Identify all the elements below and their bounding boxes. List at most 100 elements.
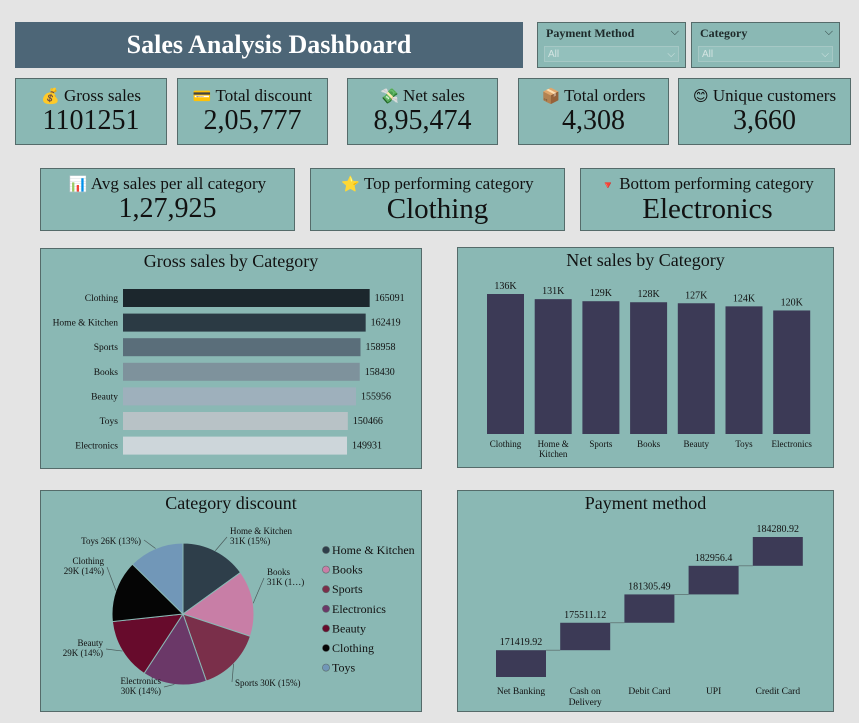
- legend-marker: [322, 624, 330, 633]
- gross-sales-bar: [123, 387, 357, 406]
- legend-item: Beauty: [332, 621, 366, 635]
- legend-marker: [322, 565, 330, 574]
- payment-method-slicer[interactable]: Payment Method ⌵ All ⌵: [537, 22, 686, 68]
- legend-item: Sports: [332, 582, 363, 596]
- kpi-top-category: ⭐ Top performing category Clothing: [310, 168, 565, 231]
- bar-data-label: 120K: [781, 297, 804, 308]
- category-tick-label: Toys: [100, 417, 119, 427]
- category-tick-label: Toys: [735, 439, 753, 449]
- bar-data-label: 162419: [371, 318, 401, 329]
- kpi-value: 1101251: [42, 105, 140, 137]
- category-tick-label: Books: [94, 368, 119, 378]
- kpi-label: Net sales: [403, 86, 465, 106]
- bar-data-label: 136K: [494, 281, 517, 292]
- leader-line: [163, 684, 175, 688]
- bar-data-label: 171419.92: [500, 637, 543, 648]
- slice-data-label: Clothing 29K (14%): [64, 556, 105, 576]
- kpi-gross-sales: 💰 Gross sales 1101251: [15, 78, 167, 145]
- payment-method-chart: Payment method 171419.92 Net Banking 17551…: [457, 490, 834, 712]
- bar-data-label: 181305.49: [628, 581, 671, 592]
- category-discount-chart: Category discount Home & Kitchen 31K (15%…: [40, 490, 422, 712]
- chevron-down-icon[interactable]: ⌵: [667, 47, 675, 63]
- leader-line: [252, 577, 265, 604]
- kpi-value: 2,05,777: [203, 105, 302, 137]
- category-tick-label: Electronics: [771, 439, 812, 449]
- collapse-chevron-icon[interactable]: ⌵: [825, 26, 833, 39]
- legend-item: Electronics: [332, 602, 386, 616]
- bar-data-label: 165091: [375, 293, 405, 304]
- net-sales-bar: [677, 303, 715, 434]
- payment-method-slicer-label: Payment Method: [546, 26, 635, 40]
- payment-method-selected-value: All: [548, 49, 560, 60]
- kpi-label: Gross sales: [63, 86, 141, 106]
- category-tick-label: Credit Card: [756, 687, 801, 697]
- leader-line: [143, 539, 156, 549]
- red-triangle-down-icon: 🔻: [601, 178, 615, 192]
- category-tick-label: Beauty: [91, 392, 118, 402]
- net-sales-bar-chart: 136K Clothing 131K Home & Kitchen 129K Sports 1…: [487, 281, 812, 459]
- kpi-unique-customers: 😊 Unique customers 3,660: [678, 78, 851, 145]
- leader-line: [106, 566, 117, 591]
- payment-method-waterfall-chart: 171419.92 Net Banking 175511.12 Cash on Deli…: [496, 524, 803, 708]
- bar-data-label: 158430: [365, 367, 395, 378]
- bar-data-label: 124K: [733, 293, 756, 304]
- category-tick-label: Debit Card: [628, 687, 670, 697]
- category-tick-label: Clothing: [85, 294, 119, 304]
- payment-method-dropdown[interactable]: All ⌵: [544, 46, 679, 62]
- kpi-value: 4,308: [562, 105, 625, 137]
- waterfall-bar: [752, 537, 803, 566]
- bar-data-label: 131K: [542, 286, 565, 297]
- net-sales-chart: Net sales by Category 136K Clothing 131K Ho…: [457, 247, 834, 468]
- net-sales-bar: [725, 306, 763, 434]
- category-tick-label: Net Banking: [497, 687, 546, 697]
- slice-data-label: Home & Kitchen 31K (15%): [230, 526, 292, 546]
- kpi-value: Electronics: [642, 192, 773, 225]
- star-icon: ⭐: [341, 174, 361, 193]
- gross-sales-bar: [123, 362, 360, 381]
- category-tick-label: Sports: [94, 343, 119, 353]
- chevron-down-icon[interactable]: ⌵: [821, 47, 829, 63]
- bar-data-label: 182956.4: [695, 553, 733, 564]
- gross-sales-bar: [123, 289, 370, 307]
- bar-data-label: 175511.12: [564, 610, 606, 621]
- credit-card-icon: 💳: [192, 87, 212, 106]
- slice-data-label: Books 31K (1…): [267, 567, 304, 587]
- kpi-label: Bottom performing category: [619, 173, 814, 193]
- smiling-face-icon: 😊: [692, 87, 709, 106]
- bar-data-label: 155956: [361, 391, 391, 402]
- kpi-label: Top performing category: [363, 173, 534, 193]
- waterfall-bar: [496, 650, 546, 677]
- gross-sales-bar: [123, 436, 348, 455]
- category-tick-label: Clothing: [490, 439, 522, 449]
- slice-data-label: Toys 26K (13%): [81, 536, 141, 546]
- slice-data-label: Electronics 30K (14%): [121, 676, 162, 696]
- gross-sales-bar: [123, 338, 361, 357]
- package-icon: 📦: [541, 87, 561, 106]
- net-sales-bar: [630, 302, 668, 434]
- kpi-value: Clothing: [386, 192, 489, 225]
- kpi-value: 1,27,925: [118, 193, 217, 225]
- collapse-chevron-icon[interactable]: ⌵: [671, 26, 679, 39]
- legend-marker: [322, 585, 330, 594]
- net-sales-bar: [487, 294, 524, 434]
- kpi-label: Unique customers: [712, 86, 837, 106]
- waterfall-bar: [624, 594, 675, 623]
- gross-sales-bar: [123, 313, 366, 332]
- category-tick-label: Sports: [589, 439, 613, 449]
- legend-item: Home & Kitchen: [332, 543, 415, 557]
- bar-data-label: 127K: [685, 290, 708, 301]
- category-dropdown[interactable]: All ⌵: [698, 46, 833, 62]
- category-selected-value: All: [702, 49, 714, 60]
- category-tick-label: Electronics: [75, 442, 118, 452]
- bar-data-label: 149931: [352, 441, 382, 452]
- category-slicer[interactable]: Category ⌵ All ⌵: [691, 22, 840, 68]
- kpi-bottom-category: 🔻 Bottom performing category Electronics: [580, 168, 835, 231]
- legend-item: Books: [332, 563, 363, 577]
- legend-item: Toys: [332, 661, 355, 675]
- kpi-total-orders: 📦 Total orders 4,308: [518, 78, 669, 145]
- bar-data-label: 128K: [637, 289, 660, 300]
- category-tick-label: Home & Kitchen: [538, 439, 569, 459]
- dashboard-title: Sales Analysis Dashboard: [15, 22, 523, 68]
- gross-sales-bar: [123, 412, 348, 430]
- kpi-label: Total orders: [564, 86, 646, 106]
